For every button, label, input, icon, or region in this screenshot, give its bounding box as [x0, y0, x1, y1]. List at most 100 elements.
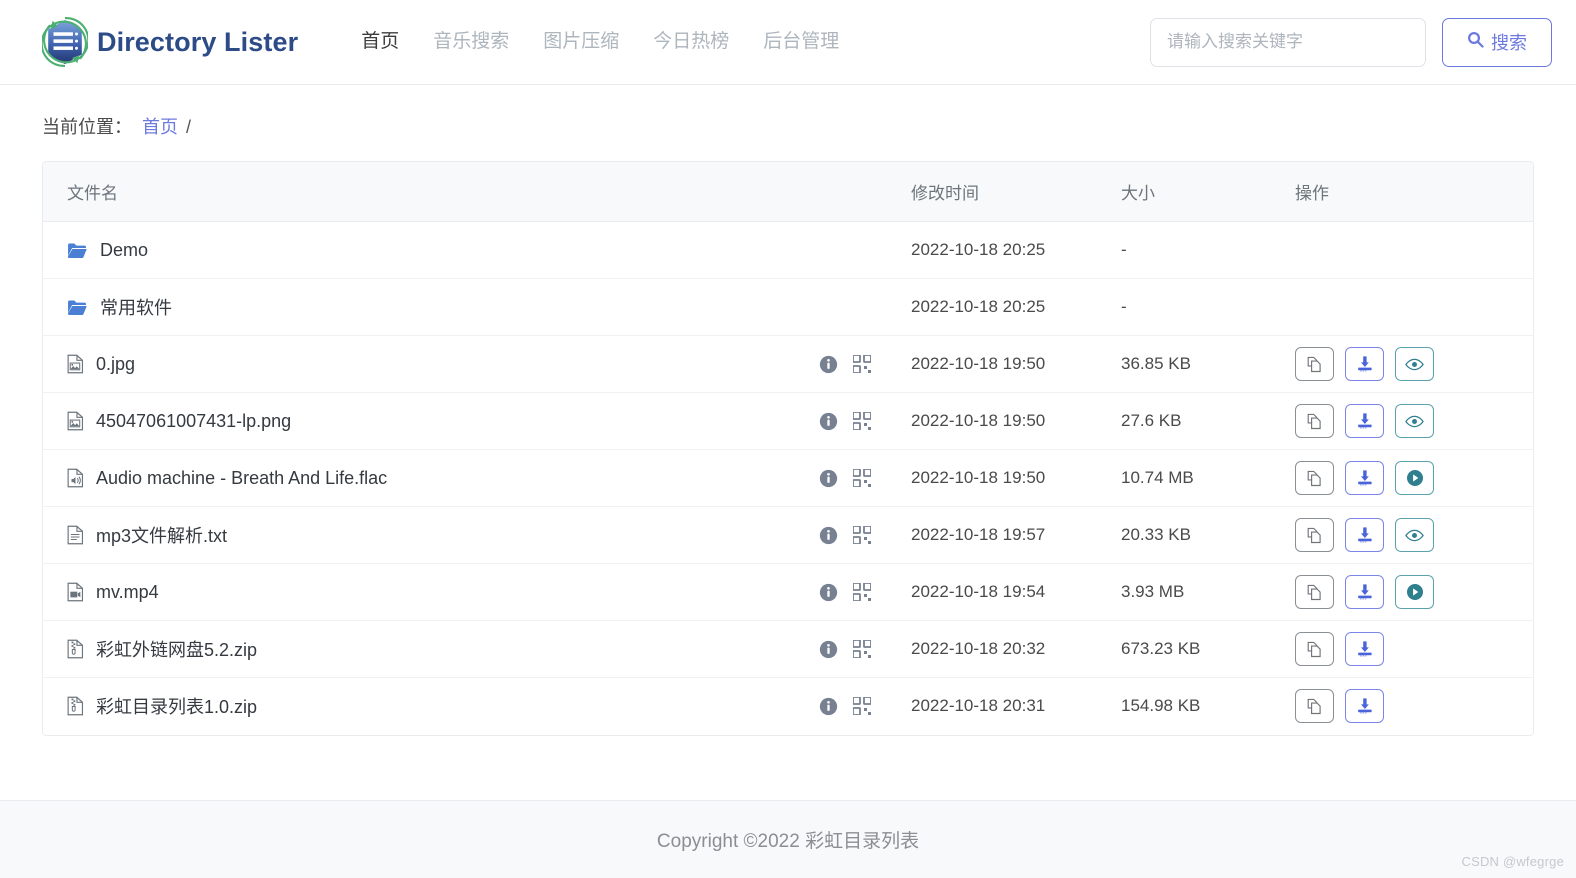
cell-size: - [1121, 279, 1279, 336]
cell-modified-time: 2022-10-18 19:57 [911, 507, 1121, 564]
info-icon[interactable] [819, 412, 838, 431]
folder-icon [67, 242, 88, 259]
table-row[interactable]: 常用软件 2022-10-18 20:25- [43, 279, 1534, 336]
cell-size: 10.74 MB [1121, 450, 1279, 507]
cell-actions [1279, 393, 1534, 450]
cell-file-name: 彩虹目录列表1.0.zip [43, 678, 911, 735]
cell-file-name: 45047061007431-lp.png [43, 393, 911, 450]
qrcode-icon[interactable] [853, 412, 871, 430]
cell-actions [1279, 507, 1534, 564]
info-icon[interactable] [819, 469, 838, 488]
nav-item-admin[interactable]: 后台管理 [746, 24, 856, 61]
file-name-label[interactable]: 彩虹目录列表1.0.zip [96, 693, 257, 719]
cell-modified-time: 2022-10-18 19:50 [911, 393, 1121, 450]
column-header-actions: 操作 [1279, 162, 1534, 222]
table-row[interactable]: 0.jpg 2022-10-18 19:5036.85 KB [43, 336, 1534, 393]
table-row[interactable]: 45047061007431-lp.png 2022-10-18 19:5027… [43, 393, 1534, 450]
copy-link-icon [1306, 356, 1323, 373]
brand-home-link[interactable]: Directory Lister [42, 17, 298, 67]
nav-item-hot-list[interactable]: 今日热榜 [636, 24, 746, 61]
column-header-time: 修改时间 [911, 162, 1121, 222]
file-name-label[interactable]: 45047061007431-lp.png [96, 411, 291, 432]
cell-modified-time: 2022-10-18 20:25 [911, 279, 1121, 336]
image-file-icon [67, 354, 84, 374]
main-nav: 首页 音乐搜索 图片压缩 今日热榜 后台管理 [344, 24, 856, 61]
download-button[interactable] [1345, 689, 1384, 723]
file-name-label[interactable]: Demo [100, 240, 148, 261]
qrcode-icon[interactable] [853, 640, 871, 658]
audio-file-icon [67, 468, 84, 488]
copy-link-button[interactable] [1295, 518, 1334, 552]
copy-link-button[interactable] [1295, 404, 1334, 438]
file-name-label[interactable]: 彩虹外链网盘5.2.zip [96, 636, 257, 662]
file-name-label[interactable]: mv.mp4 [96, 582, 159, 603]
breadcrumb-label: 当前位置： [42, 113, 132, 139]
download-button[interactable] [1345, 632, 1384, 666]
cell-size: 27.6 KB [1121, 393, 1279, 450]
play-button[interactable] [1395, 461, 1434, 495]
qrcode-icon[interactable] [853, 583, 871, 601]
table-row[interactable]: 彩虹目录列表1.0.zip 2022-10-18 20:31154.98 KB [43, 678, 1534, 735]
qrcode-icon[interactable] [853, 355, 871, 373]
copy-link-icon [1306, 470, 1323, 487]
copy-link-button[interactable] [1295, 347, 1334, 381]
download-button[interactable] [1345, 461, 1384, 495]
download-button[interactable] [1345, 347, 1384, 381]
folder-icon [67, 299, 88, 316]
qrcode-icon[interactable] [853, 469, 871, 487]
file-name-label[interactable]: 常用软件 [100, 294, 172, 320]
table-row[interactable]: mv.mp4 2022-10-18 19:543.93 MB [43, 564, 1534, 621]
download-icon [1356, 526, 1374, 544]
download-button[interactable] [1345, 575, 1384, 609]
qrcode-icon[interactable] [853, 526, 871, 544]
page-footer: Copyright ©2022 彩虹目录列表 [0, 800, 1576, 878]
cell-file-name: Audio machine - Breath And Life.flac [43, 450, 911, 507]
download-button[interactable] [1345, 518, 1384, 552]
table-row[interactable]: Demo 2022-10-18 20:25- [43, 222, 1534, 279]
file-name-label[interactable]: Audio machine - Breath And Life.flac [96, 468, 387, 489]
preview-icon [1405, 414, 1424, 429]
info-icon[interactable] [819, 526, 838, 545]
play-icon [1406, 583, 1424, 601]
row-badges [819, 412, 911, 431]
cell-file-name: 彩虹外链网盘5.2.zip [43, 621, 911, 678]
table-row[interactable]: 彩虹外链网盘5.2.zip 2022-10-18 20:32673.23 KB [43, 621, 1534, 678]
nav-item-music-search[interactable]: 音乐搜索 [416, 24, 526, 61]
cell-actions [1279, 336, 1534, 393]
breadcrumb-item-home[interactable]: 首页 [142, 113, 178, 139]
search-icon [1467, 31, 1484, 53]
search-button[interactable]: 搜索 [1442, 18, 1552, 67]
table-row[interactable]: Audio machine - Breath And Life.flac 202… [43, 450, 1534, 507]
video-file-icon [67, 582, 84, 602]
preview-button[interactable] [1395, 404, 1434, 438]
download-icon [1356, 640, 1374, 658]
cell-modified-time: 2022-10-18 19:54 [911, 564, 1121, 621]
qrcode-icon[interactable] [853, 697, 871, 715]
nav-item-home[interactable]: 首页 [344, 24, 416, 61]
info-icon[interactable] [819, 355, 838, 374]
play-button[interactable] [1395, 575, 1434, 609]
copy-link-button[interactable] [1295, 632, 1334, 666]
breadcrumb-separator: / [186, 117, 191, 138]
row-badges [819, 640, 911, 659]
info-icon[interactable] [819, 697, 838, 716]
file-name-label[interactable]: 0.jpg [96, 354, 135, 375]
hexagon-server-logo-icon [42, 17, 88, 67]
info-icon[interactable] [819, 640, 838, 659]
file-list-card: 文件名 修改时间 大小 操作 Demo 2022-10-18 20:25- 常用… [42, 161, 1534, 736]
preview-button[interactable] [1395, 518, 1434, 552]
info-icon[interactable] [819, 583, 838, 602]
search-input[interactable] [1150, 18, 1426, 67]
table-header-row: 文件名 修改时间 大小 操作 [43, 162, 1534, 222]
copy-link-button[interactable] [1295, 461, 1334, 495]
row-badges [819, 526, 911, 545]
copy-link-button[interactable] [1295, 575, 1334, 609]
brand-name: Directory Lister [97, 27, 298, 58]
copy-link-button[interactable] [1295, 689, 1334, 723]
preview-button[interactable] [1395, 347, 1434, 381]
row-badges [819, 583, 911, 602]
nav-item-image-compress[interactable]: 图片压缩 [526, 24, 636, 61]
file-name-label[interactable]: mp3文件解析.txt [96, 522, 227, 548]
table-row[interactable]: mp3文件解析.txt 2022-10-18 19:5720.33 KB [43, 507, 1534, 564]
download-button[interactable] [1345, 404, 1384, 438]
